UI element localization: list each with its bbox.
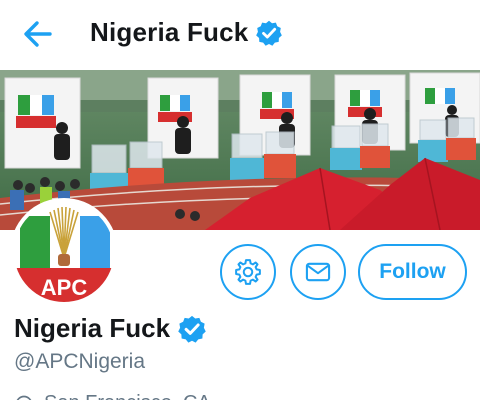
location-pin-icon [16,395,32,400]
gear-icon [235,259,261,285]
header-title-row: Nigeria Fuck [90,17,283,48]
apc-broom-logo-icon: APC [14,202,114,302]
profile-handle: @APCNigeria [14,350,146,373]
profile-name-row: Nigeria Fuck [14,313,207,344]
follow-button-label: Follow [379,260,446,283]
settings-button[interactable] [220,244,276,300]
message-button[interactable] [290,244,346,300]
avatar-party-label: APC [41,275,88,300]
follow-button[interactable]: Follow [358,244,467,300]
profile-avatar[interactable]: APC [10,198,118,306]
profile-location-row: San Francisco, CA [14,392,211,400]
verified-badge-icon [256,20,283,46]
top-app-bar: Nigeria Fuck [0,0,480,70]
header-title: Nigeria Fuck [90,17,249,47]
verified-badge-icon [178,315,206,343]
envelope-icon [305,262,331,282]
profile-location: San Francisco, CA [44,392,211,400]
profile-display-name: Nigeria Fuck [14,313,171,343]
back-arrow-icon[interactable] [20,18,56,50]
